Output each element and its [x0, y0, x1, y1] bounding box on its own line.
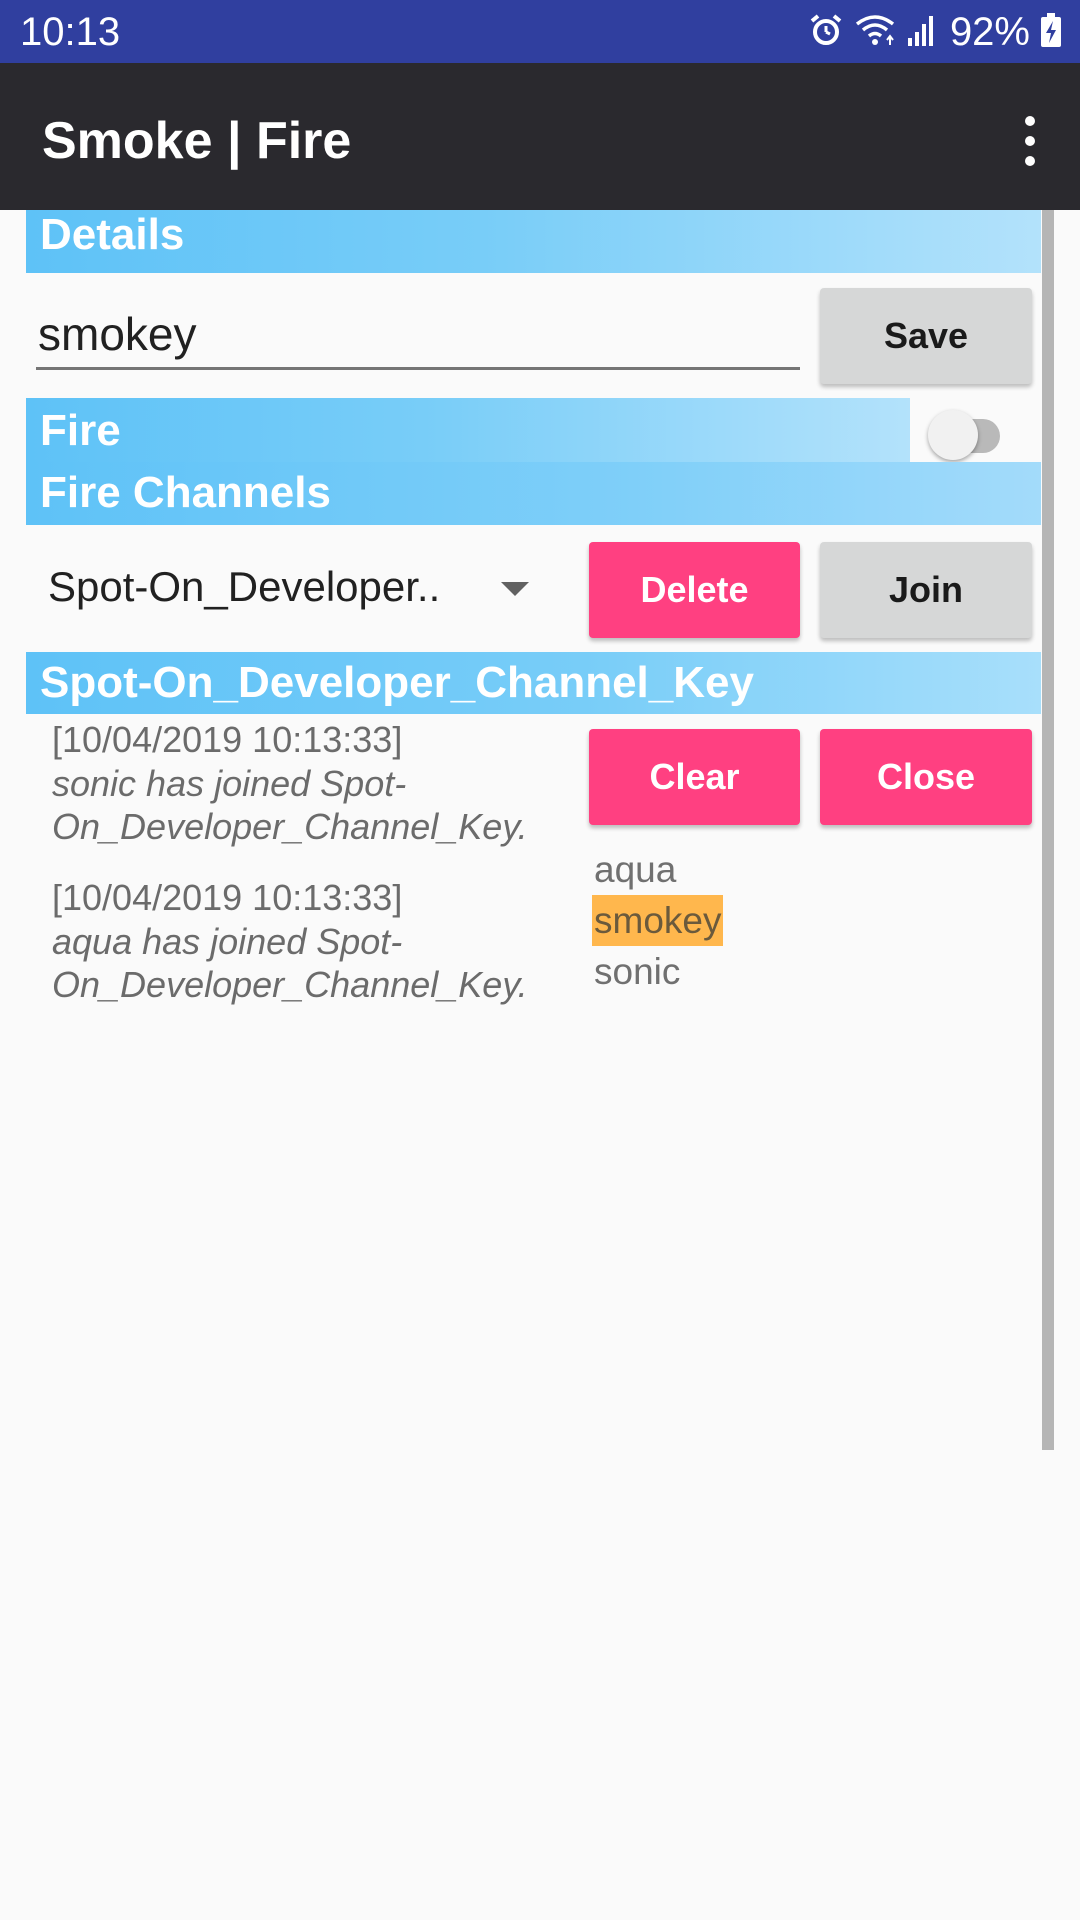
dropdown-arrow-icon	[501, 582, 529, 596]
message-text: sonic has joined Spot- On_Developer_Chan…	[52, 763, 528, 847]
fire-channels-header: Fire Channels	[26, 462, 1041, 525]
toggle-thumb	[928, 410, 978, 460]
channel-key-header: Spot-On_Developer_Channel_Key	[26, 652, 1041, 714]
member-list: aqua smokey sonic	[592, 844, 724, 997]
battery-charging-icon	[1040, 12, 1062, 53]
member-item[interactable]: smokey	[592, 895, 724, 946]
battery-percent: 92%	[949, 10, 1030, 54]
signal-icon	[906, 12, 936, 53]
member-item[interactable]: sonic	[592, 946, 723, 997]
wifi-icon	[854, 12, 896, 53]
details-header: Details	[26, 210, 1041, 273]
scrollbar[interactable]	[1042, 210, 1054, 1450]
status-time: 10:13	[20, 10, 121, 54]
member-item[interactable]: aqua	[592, 844, 723, 895]
member-name-self: smokey	[592, 895, 724, 946]
message-item: [10/04/2019 10:13:33] sonic has joined S…	[52, 718, 572, 848]
close-button[interactable]: Close	[820, 729, 1032, 825]
name-input[interactable]	[36, 300, 800, 370]
join-button[interactable]: Join	[820, 542, 1032, 638]
status-icons: 92%	[798, 10, 1062, 54]
app-title: Smoke | Fire	[42, 112, 352, 170]
clear-button[interactable]: Clear	[589, 729, 800, 825]
alarm-icon	[808, 12, 844, 53]
member-name: aqua	[594, 849, 677, 890]
app-bar: Smoke | Fire	[0, 63, 1080, 210]
fire-toggle[interactable]	[928, 410, 1012, 460]
channel-spinner[interactable]: Spot-On_Developer..	[36, 548, 546, 628]
more-vert-icon[interactable]	[1002, 101, 1058, 181]
message-item: [10/04/2019 10:13:33] aqua has joined Sp…	[52, 876, 572, 1006]
fire-header: Fire	[26, 398, 910, 462]
delete-button[interactable]: Delete	[589, 542, 800, 638]
message-timestamp: [10/04/2019 10:13:33]	[52, 719, 403, 760]
status-bar: 10:13 92%	[0, 0, 1080, 63]
channel-spinner-value: Spot-On_Developer..	[48, 563, 441, 610]
member-name: sonic	[594, 951, 681, 992]
message-list: [10/04/2019 10:13:33] sonic has joined S…	[52, 718, 572, 1034]
save-button[interactable]: Save	[820, 288, 1032, 384]
message-timestamp: [10/04/2019 10:13:33]	[52, 877, 403, 918]
message-text: aqua has joined Spot- On_Developer_Chann…	[52, 921, 528, 1005]
